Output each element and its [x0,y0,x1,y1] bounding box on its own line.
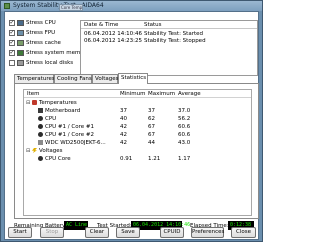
tab-voltages[interactable]: Voltages [92,74,119,83]
voltage-icon [32,148,37,153]
minimum-column-header[interactable]: Minimum [120,91,146,97]
log-row[interactable]: 06.04.2012 14:23:25 Stability Test: Stop… [81,38,257,45]
row-max: 1.21 [148,156,161,162]
row-avg: 60.6 [178,132,191,138]
row-max: 44 [148,140,155,146]
disk-icon [17,60,24,66]
row-min: 42 [120,132,127,138]
stress-disks-checkbox[interactable] [9,60,15,66]
log-row[interactable]: 06.04.2012 14:10:46 Stability Test: Star… [81,31,257,38]
stress-cache-option[interactable]: Stress cache [9,39,61,47]
fpu-icon [17,30,24,36]
row-max: 67 [148,124,155,130]
cpu-icon [38,116,43,121]
row-item: Temperatures [39,100,77,106]
row-avg: 43.0 [178,140,191,146]
log-header: Date & Time Status [81,21,257,29]
tab-temperatures[interactable]: Temperatures [14,74,55,83]
stress-fpu-option[interactable]: Stress FPU [9,29,55,37]
row-max: 37 [148,108,155,114]
row-min: 40 [120,116,127,122]
row-item: WDC WD2500JEKT-6... [45,140,106,146]
statistics-table[interactable]: Item Minimum Maximum Average ⊟ Temperatu… [23,89,252,216]
row-min: 42 [120,140,127,146]
row-avg: 1.17 [178,156,191,162]
row-item: CPU [45,116,57,122]
row-min: 42 [120,124,127,130]
row-item: CPU #1 / Core #2 [45,132,94,138]
stress-cpu-option[interactable]: Stress CPU [9,19,56,27]
table-row[interactable]: CPU #1 / Core #2 42 67 60.6 [24,132,251,139]
stress-memory-option[interactable]: Stress system memory [9,49,89,57]
stress-disks-option[interactable]: Stress local disks [9,59,73,67]
save-button[interactable]: Save [116,227,140,238]
collapse-icon[interactable]: ⊟ [26,100,30,106]
row-item: CPU Core [45,156,71,162]
item-column-header[interactable]: Item [27,91,40,97]
motherboard-icon [38,108,43,113]
stress-cache-label: Stress cache [26,40,61,46]
memory-icon [17,50,24,56]
background-window-tab[interactable]: Core Temp Shot [59,4,83,11]
disk-icon [38,140,43,145]
row-item: Voltages [39,148,63,154]
statistics-panel: Item Minimum Maximum Average ⊟ Temperatu… [14,83,259,219]
stress-cpu-label: Stress CPU [26,20,56,26]
row-avg: 37.0 [178,108,191,114]
table-row[interactable]: WDC WD2500JEKT-6... 42 44 43.0 [24,140,251,147]
log-date-header[interactable]: Date & Time [84,22,118,28]
clear-button[interactable]: Clear [85,227,109,238]
statistics-header: Item Minimum Maximum Average [24,90,251,98]
row-avg: 56.2 [178,116,191,122]
log-status-header[interactable]: Status [144,22,162,28]
stress-cpu-checkbox[interactable] [9,19,15,26]
table-row[interactable]: Motherboard 37 37 37.0 [24,108,251,115]
cpu-icon [38,132,43,137]
table-row[interactable]: ⊟ Voltages [24,148,251,155]
stress-cache-checkbox[interactable] [9,39,15,46]
temperature-icon [32,100,37,105]
row-max: 67 [148,132,155,138]
close-button[interactable]: Close [231,227,256,238]
cache-icon [17,40,24,46]
table-row[interactable]: CPU 40 62 56.2 [24,116,251,123]
row-max: 62 [148,116,155,122]
log-status: Stability Test: Stopped [144,38,206,44]
cpu-icon [38,156,43,161]
preferences-button[interactable]: Preferences [191,227,224,238]
log-status: Stability Test: Started [144,31,203,37]
cpu-icon [38,124,43,129]
stress-fpu-checkbox[interactable] [9,29,15,36]
table-row[interactable]: CPU Core 0.91 1.21 1.17 [24,156,251,163]
client-area: Stress CPU Stress FPU Stress cache Stres… [4,11,259,240]
collapse-icon[interactable]: ⊟ [26,148,30,154]
table-row[interactable]: ⊟ Temperatures [24,100,251,107]
cpu-icon [17,20,24,26]
log-date: 06.04.2012 14:23:25 [84,38,142,44]
stress-memory-checkbox[interactable] [9,49,15,56]
table-row[interactable]: CPU #1 / Core #1 42 67 60.6 [24,124,251,131]
average-column-header[interactable]: Average [178,91,201,97]
row-item: CPU #1 / Core #1 [45,124,94,130]
stress-disks-label: Stress local disks [26,60,74,66]
event-log-table[interactable]: Date & Time Status 06.04.2012 14:10:46 S… [80,20,258,76]
row-item: Motherboard [45,108,81,114]
log-date: 06.04.2012 14:10:46 [84,31,142,37]
row-avg: 60.6 [178,124,191,130]
stress-fpu-label: Stress FPU [26,30,56,36]
tab-cooling-fans[interactable]: Cooling Fans [54,74,92,83]
cpuid-button[interactable]: CPUID [160,227,184,238]
start-button[interactable]: Start [8,227,32,238]
row-min: 0.91 [120,156,133,162]
title-bar[interactable]: System Stability Test - AIDA64 Core Temp… [1,1,262,11]
stability-test-window: System Stability Test - AIDA64 Core Temp… [0,0,263,242]
maximum-column-header[interactable]: Maximum [148,91,175,97]
stop-button[interactable]: Stop [40,227,64,238]
app-icon [4,3,10,9]
stress-options: Stress CPU Stress FPU Stress cache Stres… [9,19,89,77]
tab-statistics[interactable]: Statistics [118,73,148,84]
row-min: 37 [120,108,127,114]
